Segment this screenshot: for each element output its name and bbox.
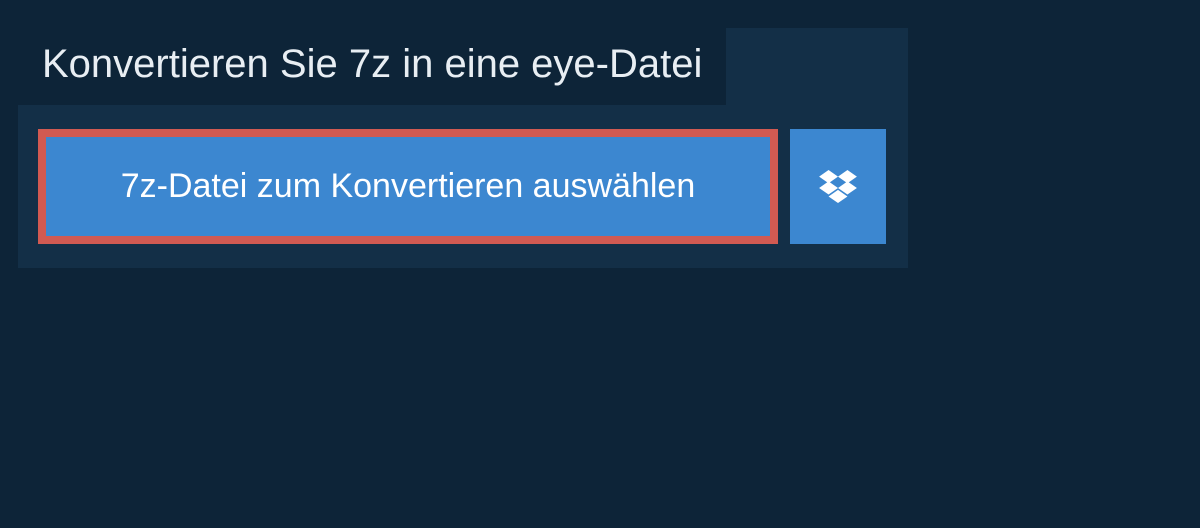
dropbox-button[interactable] (790, 129, 886, 244)
button-row: 7z-Datei zum Konvertieren auswählen (18, 105, 908, 268)
dropbox-icon (819, 170, 857, 204)
heading-container: Konvertieren Sie 7z in eine eye-Datei (18, 28, 726, 105)
select-file-button[interactable]: 7z-Datei zum Konvertieren auswählen (38, 129, 778, 244)
header-row: Konvertieren Sie 7z in eine eye-Datei (18, 28, 908, 105)
select-file-button-label: 7z-Datei zum Konvertieren auswählen (121, 167, 696, 206)
converter-panel: Konvertieren Sie 7z in eine eye-Datei 7z… (18, 28, 908, 268)
page-title: Konvertieren Sie 7z in eine eye-Datei (42, 42, 702, 87)
